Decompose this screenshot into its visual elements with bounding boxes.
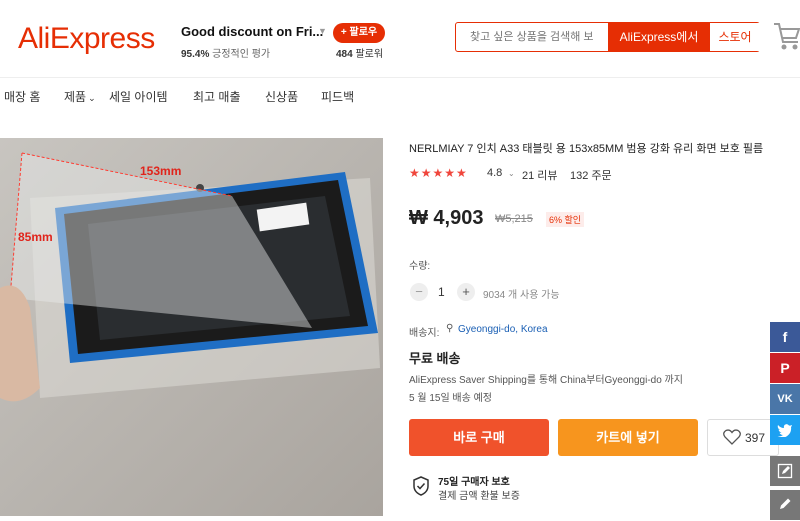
aliexpress-logo[interactable]: AliExpress (18, 22, 155, 56)
quantity-available: 9034 개 사용 가능 (483, 290, 560, 301)
original-price: ₩5,215 (495, 213, 533, 225)
product-image[interactable]: 153mm 85mm (0, 138, 383, 516)
followers-label: 팔로워 (355, 49, 384, 60)
reviews-count[interactable]: 21 리뷰 (522, 167, 558, 183)
wishlist-button[interactable]: 397 (707, 419, 779, 456)
chevron-down-icon[interactable]: ⌄ (508, 169, 515, 178)
quantity-label: 수량: (409, 261, 431, 272)
search-aliexpress-button[interactable]: AliExpress에서 (608, 23, 710, 51)
product-title: NERLMIAY 7 인치 A33 태블릿 용 153x85MM 범용 강화 유… (409, 143, 764, 155)
store-rating: 95.4% 긍정적인 평가 (181, 45, 270, 60)
search-input[interactable] (456, 23, 608, 51)
store-nav: 매장 홈 제품 ⌄ 세일 아이템 최고 매출 신상품 피드백 (0, 80, 800, 114)
nav-new-arrivals[interactable]: 신상품 (265, 88, 298, 105)
add-to-cart-button[interactable]: 카트에 넣기 (558, 419, 698, 456)
ship-to-location[interactable]: Gyeonggi-do, Korea (458, 324, 548, 335)
edit-icon[interactable] (770, 456, 800, 486)
cart-icon[interactable] (772, 20, 800, 57)
buyer-protection-subtitle: 결제 금액 환불 보증 (438, 491, 520, 502)
dimension-height-label: 85mm (18, 230, 53, 244)
rating-stars-icon: ★★★★★ (409, 166, 468, 180)
shield-check-icon (412, 476, 430, 501)
follow-button[interactable]: + 팔로우 (333, 23, 385, 43)
twitter-icon[interactable] (770, 415, 800, 445)
free-shipping: 무료 배송 (409, 351, 461, 366)
price: ₩ 4,903 (409, 207, 484, 229)
rating-percent: 95.4% (181, 49, 210, 60)
nav-sale-items[interactable]: 세일 아이템 (109, 88, 168, 105)
followers: 484 팔로워 (336, 45, 383, 60)
pinterest-icon[interactable]: P (770, 353, 800, 383)
orders-count: 132 주문 (570, 170, 612, 182)
wishlist-count: 397 (745, 431, 766, 445)
heart-icon (723, 429, 741, 450)
search-box: AliExpress에서 스토어 (455, 22, 760, 52)
location-pin-icon: ⚲ (446, 323, 454, 334)
store-name[interactable]: Good discount on Fri... (181, 24, 323, 39)
delivery-date: 5 월 15일 배송 예정 (409, 393, 492, 404)
vk-icon[interactable]: VK (770, 384, 800, 414)
search-store-button[interactable]: 스토어 (710, 23, 760, 51)
facebook-icon[interactable]: f (770, 322, 800, 352)
shipping-method: AliExpress Saver Shipping를 통해 China부터Gye… (409, 375, 683, 386)
discount-badge: 6% 할인 (546, 212, 585, 227)
rating-value[interactable]: 4.8 (487, 167, 502, 179)
nav-store-home[interactable]: 매장 홈 (4, 88, 40, 105)
nav-products-label: 제품 (64, 90, 87, 104)
header: AliExpress Good discount on Fri... ▼ 95.… (0, 0, 800, 78)
chevron-down-icon: ⌄ (88, 93, 96, 103)
dimension-width-label: 153mm (140, 164, 182, 178)
ship-to-label: 배송지: (409, 328, 440, 339)
buy-now-button[interactable]: 바로 구매 (409, 419, 549, 456)
nav-bestsellers[interactable]: 최고 매출 (193, 88, 241, 105)
nav-products[interactable]: 제품 ⌄ (64, 88, 96, 105)
nav-feedback[interactable]: 피드백 (321, 88, 354, 105)
quantity-decrease-button[interactable]: − (410, 283, 428, 301)
chevron-down-icon[interactable]: ▼ (318, 26, 327, 36)
quantity-increase-button[interactable]: + (457, 283, 475, 301)
rating-label: 긍정적인 평가 (212, 49, 271, 60)
buyer-protection-title: 75일 구매자 보호 (438, 477, 510, 488)
followers-count: 484 (336, 49, 353, 60)
quantity-value[interactable]: 1 (438, 285, 445, 299)
